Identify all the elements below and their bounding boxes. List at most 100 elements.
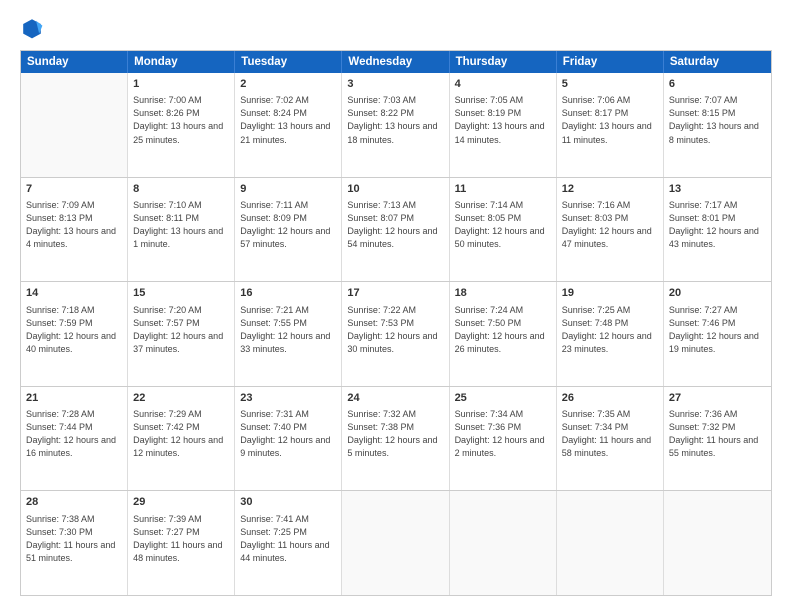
day-number: 11 [455,182,551,197]
day-number: 1 [133,77,229,92]
cell-info: Sunrise: 7:34 AMSunset: 7:36 PMDaylight:… [455,408,551,460]
calendar-cell: 7 Sunrise: 7:09 AMSunset: 8:13 PMDaylight… [21,178,128,282]
calendar-cell [450,491,557,595]
calendar-cell [21,73,128,177]
cell-info: Sunrise: 7:29 AMSunset: 7:42 PMDaylight:… [133,408,229,460]
weekday-header-saturday: Saturday [664,51,771,73]
day-number: 4 [455,77,551,92]
cell-info: Sunrise: 7:07 AMSunset: 8:15 PMDaylight:… [669,94,766,146]
weekday-header-friday: Friday [557,51,664,73]
calendar-cell: 14 Sunrise: 7:18 AMSunset: 7:59 PMDayligh… [21,282,128,386]
logo [20,16,48,40]
cell-info: Sunrise: 7:09 AMSunset: 8:13 PMDaylight:… [26,199,122,251]
day-number: 15 [133,286,229,301]
calendar-cell [557,491,664,595]
calendar: SundayMondayTuesdayWednesdayThursdayFrid… [20,50,772,596]
calendar-cell: 9 Sunrise: 7:11 AMSunset: 8:09 PMDaylight… [235,178,342,282]
calendar-cell: 24 Sunrise: 7:32 AMSunset: 7:38 PMDayligh… [342,387,449,491]
day-number: 21 [26,391,122,406]
calendar-cell: 6 Sunrise: 7:07 AMSunset: 8:15 PMDaylight… [664,73,771,177]
day-number: 13 [669,182,766,197]
calendar-cell: 5Sunrise: 7:06 AMSunset: 8:17 PMDaylight… [557,73,664,177]
cell-info: Sunrise: 7:18 AMSunset: 7:59 PMDaylight:… [26,304,122,356]
day-number: 23 [240,391,336,406]
day-number: 24 [347,391,443,406]
calendar-cell: 27 Sunrise: 7:36 AMSunset: 7:32 PMDayligh… [664,387,771,491]
day-number: 3 [347,77,443,92]
day-number: 12 [562,182,658,197]
cell-info: Sunrise: 7:20 AMSunset: 7:57 PMDaylight:… [133,304,229,356]
calendar-cell [342,491,449,595]
calendar-cell: 19 Sunrise: 7:25 AMSunset: 7:48 PMDayligh… [557,282,664,386]
calendar-body: 1 Sunrise: 7:00 AMSunset: 8:26 PMDaylight… [21,73,771,595]
day-number: 26 [562,391,658,406]
day-number: 7 [26,182,122,197]
calendar-cell: 25 Sunrise: 7:34 AMSunset: 7:36 PMDayligh… [450,387,557,491]
cell-info: Sunrise: 7:39 AMSunset: 7:27 PMDaylight:… [133,513,229,565]
cell-info: Sunrise: 7:24 AMSunset: 7:50 PMDaylight:… [455,304,551,356]
cell-info: Sunrise: 7:27 AMSunset: 7:46 PMDaylight:… [669,304,766,356]
day-number: 18 [455,286,551,301]
cell-info: Sunrise: 7:10 AMSunset: 8:11 PMDaylight:… [133,199,229,251]
calendar-cell: 28 Sunrise: 7:38 AMSunset: 7:30 PMDayligh… [21,491,128,595]
calendar-cell: 17 Sunrise: 7:22 AMSunset: 7:53 PMDayligh… [342,282,449,386]
cell-info: Sunrise: 7:38 AMSunset: 7:30 PMDaylight:… [26,513,122,565]
cell-info: Sunrise: 7:11 AMSunset: 8:09 PMDaylight:… [240,199,336,251]
calendar-cell: 15 Sunrise: 7:20 AMSunset: 7:57 PMDayligh… [128,282,235,386]
calendar-row-1: 7 Sunrise: 7:09 AMSunset: 8:13 PMDaylight… [21,177,771,282]
day-number: 29 [133,495,229,510]
cell-info: Sunrise: 7:05 AMSunset: 8:19 PMDaylight:… [455,94,551,146]
calendar-cell: 23 Sunrise: 7:31 AMSunset: 7:40 PMDayligh… [235,387,342,491]
calendar-cell: 1 Sunrise: 7:00 AMSunset: 8:26 PMDaylight… [128,73,235,177]
calendar-cell: 11Sunrise: 7:14 AMSunset: 8:05 PMDayligh… [450,178,557,282]
day-number: 10 [347,182,443,197]
calendar-cell: 8 Sunrise: 7:10 AMSunset: 8:11 PMDaylight… [128,178,235,282]
calendar-cell: 29 Sunrise: 7:39 AMSunset: 7:27 PMDayligh… [128,491,235,595]
weekday-header-wednesday: Wednesday [342,51,449,73]
day-number: 22 [133,391,229,406]
day-number: 28 [26,495,122,510]
calendar-header-row: SundayMondayTuesdayWednesdayThursdayFrid… [21,51,771,73]
cell-info: Sunrise: 7:36 AMSunset: 7:32 PMDaylight:… [669,408,766,460]
calendar-row-3: 21 Sunrise: 7:28 AMSunset: 7:44 PMDayligh… [21,386,771,491]
cell-info: Sunrise: 7:25 AMSunset: 7:48 PMDaylight:… [562,304,658,356]
day-number: 2 [240,77,336,92]
cell-info: Sunrise: 7:35 AMSunset: 7:34 PMDaylight:… [562,408,658,460]
calendar-cell: 22 Sunrise: 7:29 AMSunset: 7:42 PMDayligh… [128,387,235,491]
calendar-cell: 13Sunrise: 7:17 AMSunset: 8:01 PMDayligh… [664,178,771,282]
day-number: 25 [455,391,551,406]
calendar-cell: 26 Sunrise: 7:35 AMSunset: 7:34 PMDayligh… [557,387,664,491]
calendar-cell [664,491,771,595]
day-number: 17 [347,286,443,301]
calendar-cell: 16Sunrise: 7:21 AMSunset: 7:55 PMDayligh… [235,282,342,386]
cell-info: Sunrise: 7:31 AMSunset: 7:40 PMDaylight:… [240,408,336,460]
calendar-cell: 3Sunrise: 7:03 AMSunset: 8:22 PMDaylight… [342,73,449,177]
calendar-cell: 30 Sunrise: 7:41 AMSunset: 7:25 PMDayligh… [235,491,342,595]
calendar-cell: 21 Sunrise: 7:28 AMSunset: 7:44 PMDayligh… [21,387,128,491]
day-number: 19 [562,286,658,301]
calendar-cell: 2 Sunrise: 7:02 AMSunset: 8:24 PMDaylight… [235,73,342,177]
calendar-row-0: 1 Sunrise: 7:00 AMSunset: 8:26 PMDaylight… [21,73,771,177]
day-number: 9 [240,182,336,197]
cell-info: Sunrise: 7:28 AMSunset: 7:44 PMDaylight:… [26,408,122,460]
day-number: 20 [669,286,766,301]
cell-info: Sunrise: 7:32 AMSunset: 7:38 PMDaylight:… [347,408,443,460]
weekday-header-thursday: Thursday [450,51,557,73]
calendar-cell: 18 Sunrise: 7:24 AMSunset: 7:50 PMDayligh… [450,282,557,386]
day-number: 27 [669,391,766,406]
day-number: 30 [240,495,336,510]
calendar-cell: 4 Sunrise: 7:05 AMSunset: 8:19 PMDaylight… [450,73,557,177]
day-number: 8 [133,182,229,197]
page: SundayMondayTuesdayWednesdayThursdayFrid… [0,0,792,612]
day-number: 6 [669,77,766,92]
cell-info: Sunrise: 7:16 AMSunset: 8:03 PMDaylight:… [562,199,658,251]
weekday-header-monday: Monday [128,51,235,73]
cell-info: Sunrise: 7:22 AMSunset: 7:53 PMDaylight:… [347,304,443,356]
cell-info: Sunrise: 7:00 AMSunset: 8:26 PMDaylight:… [133,94,229,146]
calendar-cell: 20 Sunrise: 7:27 AMSunset: 7:46 PMDayligh… [664,282,771,386]
cell-info: Sunrise: 7:02 AMSunset: 8:24 PMDaylight:… [240,94,336,146]
weekday-header-tuesday: Tuesday [235,51,342,73]
day-number: 14 [26,286,122,301]
cell-info: Sunrise: 7:41 AMSunset: 7:25 PMDaylight:… [240,513,336,565]
cell-info: Sunrise: 7:21 AMSunset: 7:55 PMDaylight:… [240,304,336,356]
